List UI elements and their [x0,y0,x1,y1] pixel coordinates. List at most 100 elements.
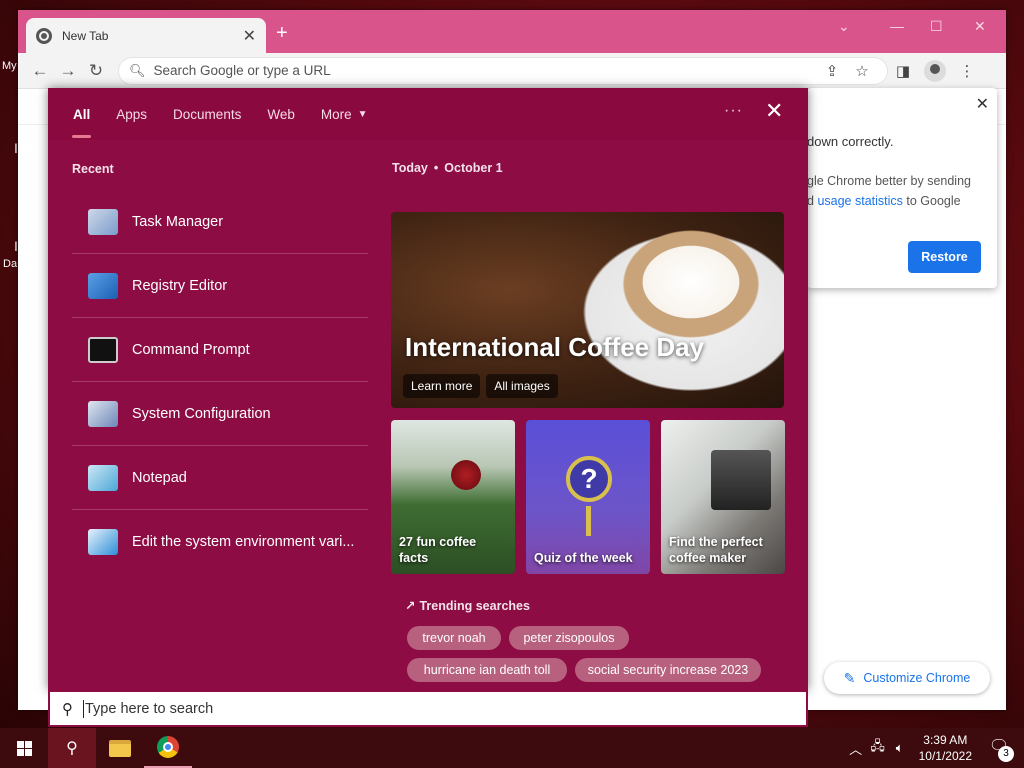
side-panel-icon[interactable]: ◨ [888,62,918,80]
trending-chip[interactable]: trevor noah [407,626,501,650]
recent-item-task-manager[interactable]: Task Manager [72,190,368,254]
scope-more[interactable]: More ▼ [308,88,381,140]
restore-text-line: down correctly. [807,134,894,149]
command-prompt-icon [88,336,118,363]
trending-chip[interactable]: hurricane ian death toll [407,658,567,682]
restore-text-line: gle Chrome better by sending [807,174,971,188]
network-icon[interactable]: 🖧︎ [867,737,889,759]
volume-icon[interactable]: 🔈︎ [889,740,911,756]
task-manager-icon [88,208,118,235]
card-coffee-facts[interactable]: 27 fun coffee facts [391,420,515,574]
desktop-icon-label[interactable]: My [2,60,17,72]
tab-title: New Tab [62,28,109,43]
usage-statistics-link[interactable]: usage statistics [817,194,902,208]
recent-heading: Recent [72,162,114,176]
registry-editor-icon [88,272,118,299]
recent-item-label: Edit the system environment vari... [132,534,355,550]
new-tab-button[interactable]: + [276,22,288,45]
taskbar-search-button[interactable]: ⚲ [48,728,96,768]
system-tray: ︿ 🖧︎ 🔈︎ 3:39 AM 10/1/2022 🗨︎ 3 [845,728,1024,768]
hero-title: International Coffee Day [405,332,705,362]
chevron-up-icon[interactable]: ︿ [845,739,867,758]
search-icon: ⚲ [62,700,73,718]
trending-chip[interactable]: peter zisopoulos [509,626,629,650]
trending-arrow-icon: ↗ [405,599,416,613]
toolbar: ← → ↻ 🔍︎ Search Google or type a URL ⇪ ☆… [18,53,1006,89]
card-coffee-maker[interactable]: Find the perfect coffee maker [661,420,785,574]
folder-icon [109,739,131,757]
omnibox[interactable]: 🔍︎ Search Google or type a URL ⇪ ☆ [118,56,888,85]
customize-chrome-button[interactable]: ✎ Customize Chrome [824,662,990,694]
bookmark-star-icon[interactable]: ☆ [847,62,877,80]
today-heading: Today • October 1 [392,161,503,175]
clock-time: 3:39 AM [923,733,968,747]
back-arrow-icon[interactable]: ← [26,61,54,81]
card-label: Quiz of the week [534,551,633,565]
restore-button[interactable]: Restore [908,241,981,273]
tab-strip: New Tab ✕ + ⌄ — ☐ ✕ [18,10,1006,53]
customize-label: Customize Chrome [863,671,971,685]
recent-item-label: Registry Editor [132,277,228,294]
taskbar-chrome[interactable] [144,728,192,768]
system-properties-icon [88,529,118,555]
tab-search-chevron-icon[interactable]: ⌄ [838,18,850,35]
hero-card-coffee-day[interactable]: International Coffee Day Learn more All … [391,212,784,408]
recent-item-system-configuration[interactable]: System Configuration [72,382,368,446]
trending-heading: ↗ Trending searches [405,599,530,613]
card-quiz[interactable]: ? Quiz of the week [526,420,650,574]
hero-buttons: Learn more All images [403,374,558,398]
desktop-icon-label[interactable]: Da [3,258,17,270]
clock[interactable]: 3:39 AM 10/1/2022 [919,732,972,764]
learn-more-button[interactable]: Learn more [403,374,481,398]
search-placeholder: Type here to search [85,700,214,717]
close-window-icon[interactable]: ✕ [974,18,986,35]
share-icon[interactable]: ⇪ [817,62,847,80]
close-popup-icon[interactable]: ✕ [976,94,989,114]
more-options-icon[interactable]: ··· [724,102,743,120]
caret-down-icon: ▼ [357,108,368,120]
recent-item-registry-editor[interactable]: Registry Editor [72,254,368,318]
recent-item-system-environment[interactable]: Edit the system environment vari... [72,510,368,574]
reload-icon[interactable]: ↻ [82,61,110,81]
scope-apps[interactable]: Apps [103,88,160,140]
notification-center[interactable]: 🗨︎ 3 [986,736,1014,762]
profile-avatar-icon[interactable] [924,59,946,82]
notepad-icon [88,464,118,491]
restore-pages-popup: ✕ down correctly. gle Chrome better by s… [807,88,997,288]
windows-logo-icon [16,740,32,756]
chrome-favicon-icon [36,27,52,44]
text-cursor [83,699,84,718]
omnibox-placeholder: Search Google or type a URL [153,63,331,78]
search-scope-bar: All Apps Documents Web More ▼ ··· ✕ [48,88,808,140]
recent-list: Task Manager Registry Editor Command Pro… [72,190,368,574]
chrome-icon [157,736,179,758]
taskbar-file-explorer[interactable] [96,728,144,768]
card-label: Find the perfect coffee maker [669,535,763,565]
forward-arrow-icon[interactable]: → [54,61,82,81]
recent-item-label: System Configuration [132,405,271,422]
scope-all[interactable]: All [60,88,103,140]
magnifier-handle [586,506,591,536]
clock-date: 10/1/2022 [918,749,972,763]
recent-item-command-prompt[interactable]: Command Prompt [72,318,368,382]
search-icon: 🔍︎ [129,62,146,78]
minimize-icon[interactable]: — [890,18,904,34]
maximize-icon[interactable]: ☐ [930,18,943,35]
pencil-icon: ✎ [843,669,856,686]
trending-chip[interactable]: social security increase 2023 [575,658,761,682]
magnifier-question-icon: ? [566,456,612,502]
tab-new-tab[interactable]: New Tab ✕ [26,18,266,53]
recent-item-notepad[interactable]: Notepad [72,446,368,510]
notification-badge: 3 [998,746,1014,762]
close-panel-icon[interactable]: ✕ [765,98,783,124]
recent-item-label: Notepad [132,469,187,486]
start-button[interactable] [0,728,48,768]
scope-documents[interactable]: Documents [160,88,254,140]
scope-web[interactable]: Web [254,88,308,140]
chrome-menu-icon[interactable]: ⋮ [952,62,982,80]
all-images-button[interactable]: All images [486,374,558,398]
taskbar-search-input[interactable]: ⚲ Type here to search [48,690,808,727]
search-icon: ⚲ [66,740,78,757]
close-tab-icon[interactable]: ✕ [243,26,256,46]
card-label: 27 fun coffee facts [399,535,477,565]
